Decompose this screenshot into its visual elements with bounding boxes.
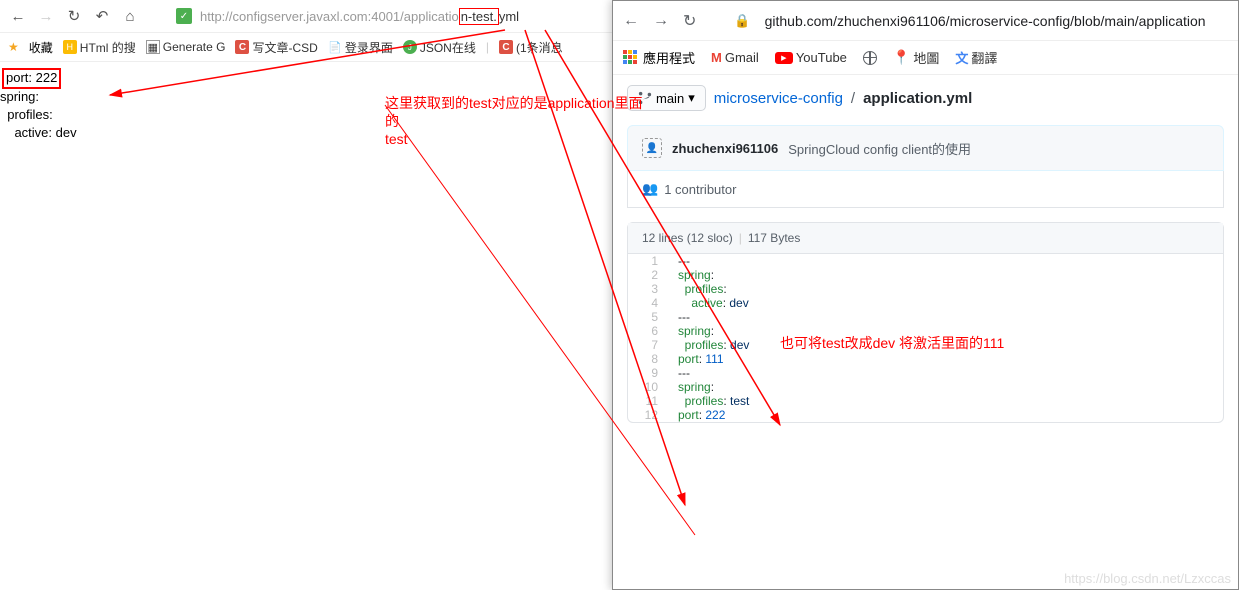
c-icon-2: C bbox=[499, 40, 513, 54]
bm-generate[interactable]: ▦Generate G bbox=[146, 40, 226, 54]
avatar[interactable]: 👤 bbox=[642, 138, 662, 158]
bm-maps[interactable]: 📍地圖 bbox=[893, 48, 939, 67]
bm-youtube[interactable]: ▶YouTube bbox=[775, 50, 847, 65]
back-icon[interactable]: ← bbox=[623, 12, 639, 30]
grid-icon: ▦ bbox=[146, 40, 160, 54]
bm-translate[interactable]: 文翻譯 bbox=[955, 48, 997, 67]
code-line: 4 active: dev bbox=[628, 296, 1223, 310]
code-line: 9--- bbox=[628, 366, 1223, 380]
reload-icon[interactable]: ↻ bbox=[683, 11, 696, 31]
code-line: 3 profiles: bbox=[628, 282, 1223, 296]
contributors-count[interactable]: 1 contributor bbox=[664, 182, 736, 197]
github-content: main ▾ microservice-config / application… bbox=[613, 75, 1238, 433]
url-bar[interactable]: http://configserver.javaxl.com:4001/appl… bbox=[200, 9, 519, 24]
file-lines: 12 lines (12 sloc) bbox=[642, 231, 733, 245]
bm-html[interactable]: HHTml 的搜 bbox=[63, 39, 136, 56]
translate-icon: 文 bbox=[955, 48, 968, 67]
file-bytes: 117 Bytes bbox=[748, 231, 800, 245]
bm-web[interactable] bbox=[863, 51, 877, 65]
code-line: 11 profiles: test bbox=[628, 394, 1223, 408]
divider: | bbox=[486, 40, 489, 54]
pin-icon: 📍 bbox=[893, 49, 910, 66]
undo-icon[interactable]: ↶ bbox=[92, 6, 112, 26]
reload-icon[interactable]: ↻ bbox=[64, 6, 84, 26]
right-browser-window: ← → ↻ 🔒 github.com/zhuchenxi961106/micro… bbox=[612, 0, 1239, 590]
home-icon[interactable]: ⌂ bbox=[120, 6, 140, 26]
file-name: application.yml bbox=[863, 90, 972, 107]
url-highlight: n-test. bbox=[459, 8, 499, 25]
bm-json[interactable]: JJSON在线 bbox=[403, 39, 476, 56]
youtube-icon: ▶ bbox=[775, 52, 793, 64]
breadcrumb-sep: / bbox=[851, 90, 855, 107]
port-highlight: port: 222 bbox=[2, 68, 61, 89]
forward-icon[interactable]: → bbox=[36, 6, 56, 26]
commit-message[interactable]: SpringCloud config client的使用 bbox=[788, 139, 971, 158]
forward-icon[interactable]: → bbox=[653, 12, 669, 30]
code-line: 10spring: bbox=[628, 380, 1223, 394]
commit-author[interactable]: zhuchenxi961106 bbox=[672, 141, 778, 156]
fav-label[interactable]: 收藏 bbox=[29, 39, 53, 56]
bookmark-bar: ★ 收藏 HHTml 的搜 ▦Generate G C写文章-CSD 📄登录界面… bbox=[0, 32, 612, 62]
star-icon[interactable]: ★ bbox=[8, 40, 19, 54]
contributors-box: 👥 1 contributor bbox=[627, 171, 1224, 208]
left-browser-window: ← → ↻ ↶ ⌂ ✓ http://configserver.javaxl.c… bbox=[0, 0, 612, 590]
code-line: 2spring: bbox=[628, 268, 1223, 282]
gmail-icon: M bbox=[711, 50, 722, 65]
url-host: http://configserver.javaxl.com:4001/appl… bbox=[200, 9, 459, 24]
file-header: 12 lines (12 sloc)|117 Bytes bbox=[628, 223, 1223, 254]
annotation-right: 也可将test改成dev 将激活里面的111 bbox=[780, 334, 1004, 352]
watermark: https://blog.csdn.net/Lzxccas bbox=[1064, 571, 1231, 586]
bm-login[interactable]: 📄登录界面 bbox=[328, 39, 393, 56]
repo-link[interactable]: microservice-config bbox=[714, 90, 843, 107]
globe-icon bbox=[863, 51, 877, 65]
chevron-down-icon: ▾ bbox=[688, 90, 695, 106]
apps-button[interactable]: 應用程式 bbox=[623, 48, 695, 67]
back-icon[interactable]: ← bbox=[8, 6, 28, 26]
annotation-left: 这里获取到的test对应的是application里面的 test bbox=[385, 94, 645, 149]
code-line: 8port: 111 bbox=[628, 352, 1223, 366]
url-tail: yml bbox=[499, 9, 519, 24]
html-icon: H bbox=[63, 40, 77, 54]
bm-csd[interactable]: C写文章-CSD bbox=[235, 39, 317, 56]
people-icon: 👥 bbox=[642, 181, 658, 197]
code-line: 1--- bbox=[628, 254, 1223, 268]
page-icon: 📄 bbox=[328, 40, 342, 54]
code-line: 5--- bbox=[628, 310, 1223, 324]
code-line: 12port: 222 bbox=[628, 408, 1223, 422]
right-bookmark-bar: 應用程式 MGmail ▶YouTube 📍地圖 文翻譯 bbox=[613, 41, 1238, 75]
bm-gmail[interactable]: MGmail bbox=[711, 50, 759, 65]
right-nav: ← → ↻ 🔒 github.com/zhuchenxi961106/micro… bbox=[613, 1, 1238, 41]
bm-msg[interactable]: C(1条消息 bbox=[499, 39, 563, 56]
lock-icon: 🔒 bbox=[734, 13, 750, 29]
commit-box: 👤 zhuchenxi961106 SpringCloud config cli… bbox=[627, 125, 1224, 171]
nav-toolbar: ← → ↻ ↶ ⌂ ✓ http://configserver.javaxl.c… bbox=[0, 0, 612, 32]
shield-icon: ✓ bbox=[176, 8, 192, 24]
json-icon: J bbox=[403, 40, 417, 54]
c-icon: C bbox=[235, 40, 249, 54]
file-viewer: 12 lines (12 sloc)|117 Bytes 1---2spring… bbox=[627, 222, 1224, 423]
right-url[interactable]: github.com/zhuchenxi961106/microservice-… bbox=[765, 13, 1228, 29]
apps-icon bbox=[623, 50, 639, 66]
breadcrumb: main ▾ microservice-config / application… bbox=[627, 85, 1224, 111]
